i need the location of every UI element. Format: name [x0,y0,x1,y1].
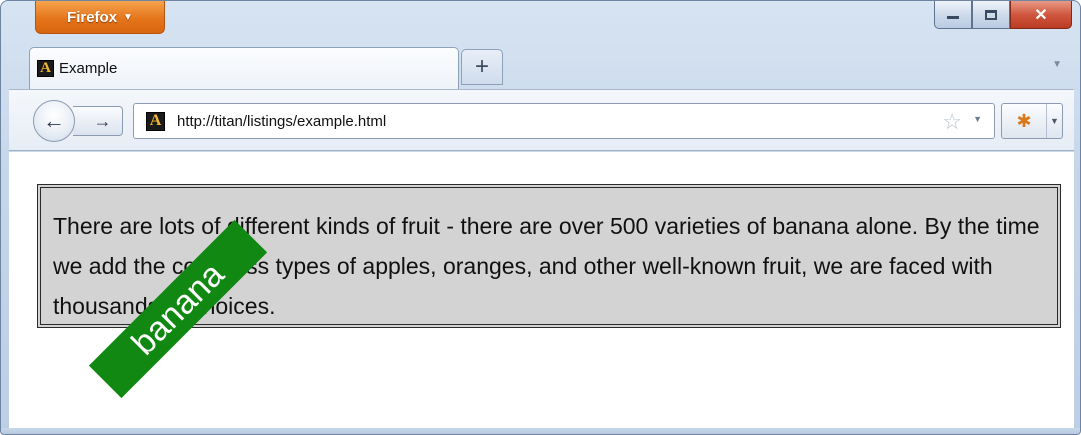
back-arrow-icon: ← [43,108,65,133]
close-icon: ✕ [1034,6,1048,24]
close-button[interactable]: ✕ [1010,1,1072,29]
forward-arrow-icon: → [93,110,112,131]
site-favicon-icon: A [37,60,54,77]
chevron-down-icon: ▼ [123,11,133,23]
browser-window: Firefox ▼ ✕ A Example + ▼ → ← A http://t… [0,0,1081,435]
tab-example[interactable]: A Example [29,47,459,89]
back-button[interactable]: ← [33,100,75,142]
chevron-down-icon[interactable]: ▼ [1046,104,1062,138]
address-bar[interactable]: A http://titan/listings/example.html ☆ ▼ [133,103,995,139]
plus-icon: + [474,53,489,80]
minimize-icon [947,16,959,19]
maximize-button[interactable] [972,1,1010,29]
maximize-icon [985,9,997,20]
minimize-button[interactable] [934,1,972,29]
firefox-menu-button[interactable]: Firefox ▼ [35,1,165,34]
navigation-toolbar: → ← A http://titan/listings/example.html… [9,89,1074,151]
addon-button[interactable]: ✱ ▼ [1001,103,1063,139]
tab-list-chevron-icon[interactable]: ▼ [1052,59,1062,70]
new-tab-button[interactable]: + [461,49,503,85]
puzzle-addon-icon: ✱ [1016,110,1032,131]
tab-title: Example [59,60,118,77]
window-controls: ✕ [934,1,1072,29]
history-dropdown-icon[interactable]: ▼ [973,114,982,124]
window-bottom-border [1,428,1080,434]
firefox-menu-label: Firefox [67,8,118,26]
site-identity-icon[interactable]: A [146,111,165,131]
page-content: There are lots of different kinds of fru… [9,152,1074,428]
forward-button[interactable]: → [73,106,123,136]
url-text[interactable]: http://titan/listings/example.html [177,113,386,130]
bookmark-star-icon[interactable]: ☆ [942,109,962,135]
